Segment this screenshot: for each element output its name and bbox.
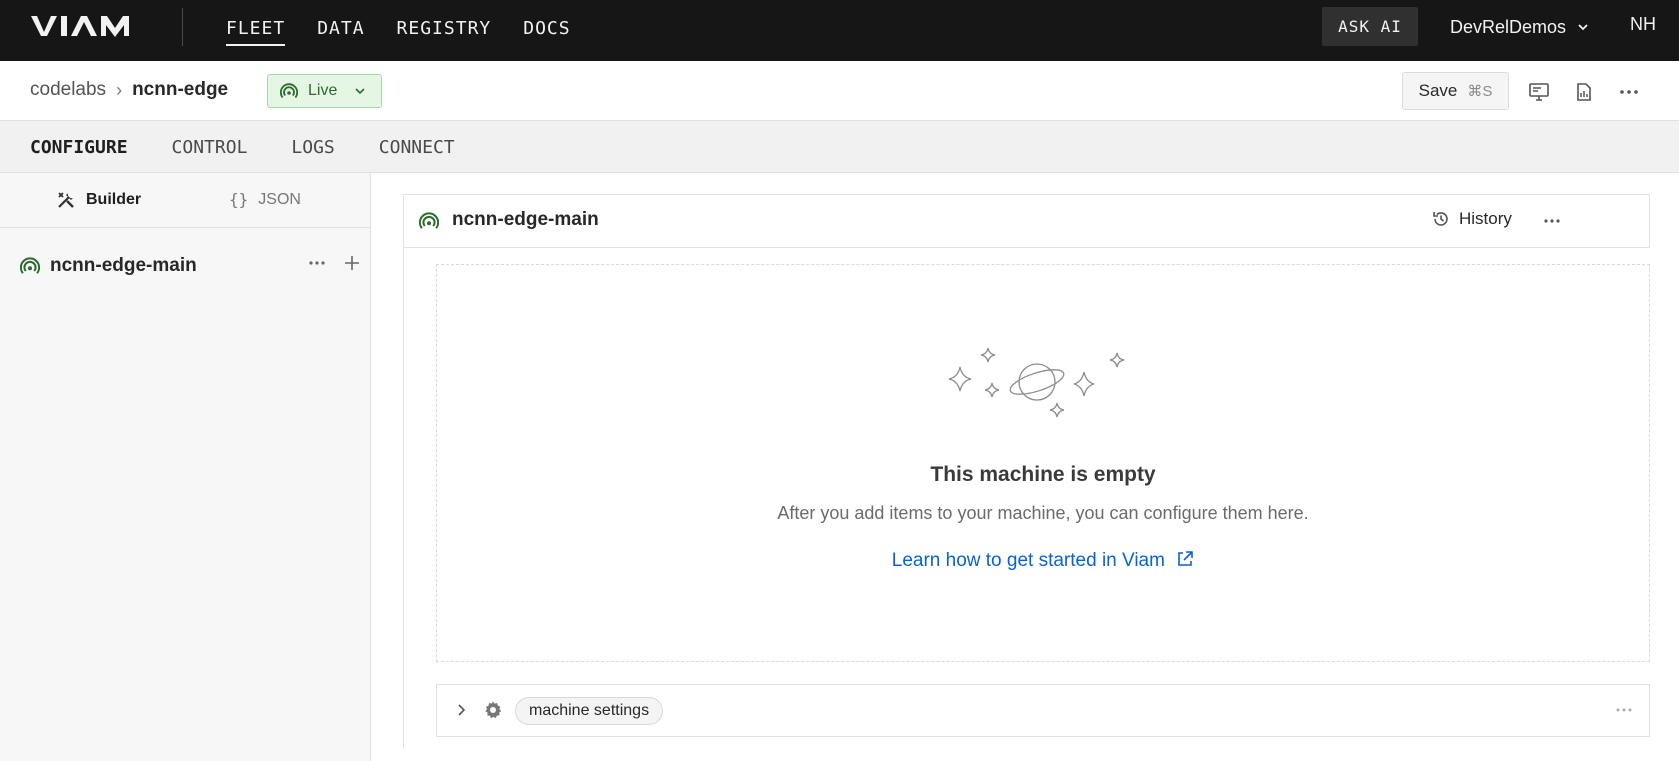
breadcrumb-org[interactable]: codelabs — [30, 79, 106, 101]
chevron-right-icon: › — [116, 79, 123, 100]
tab-configure[interactable]: CONFIGURE — [30, 137, 128, 158]
machine-settings-label[interactable]: machine settings — [515, 697, 664, 725]
empty-state-title: This machine is empty — [930, 463, 1156, 486]
signal-icon — [20, 257, 40, 274]
report-icon[interactable] — [1571, 79, 1597, 105]
mode-tab-json[interactable]: {} JSON — [229, 190, 301, 209]
org-name: DevRelDemos — [1450, 16, 1567, 37]
ask-ai-button[interactable]: ASK AI — [1322, 7, 1418, 46]
breadcrumb: codelabs › ncnn-edge — [30, 79, 228, 101]
breadcrumb-bar: codelabs › ncnn-edge Live Save ⌘S — [0, 61, 1679, 121]
planet-stars-illustration — [948, 347, 1125, 418]
mode-tab-json-label: JSON — [258, 190, 301, 208]
user-avatar[interactable]: NH — [1630, 14, 1656, 35]
org-switcher[interactable]: DevRelDemos — [1450, 12, 1590, 42]
top-navigation-bar: FLEET DATA REGISTRY DOCS ASK AI DevRelDe… — [0, 0, 1679, 61]
history-icon — [1433, 212, 1448, 226]
signal-icon — [280, 83, 298, 99]
history-button[interactable]: History — [1431, 209, 1512, 229]
viam-logo[interactable] — [31, 14, 139, 38]
external-link-icon — [1178, 551, 1194, 566]
gear-icon — [485, 701, 502, 719]
more-options-icon[interactable] — [1615, 700, 1633, 725]
nav-link-fleet[interactable]: FLEET — [226, 0, 286, 56]
live-status-label: Live — [308, 82, 338, 99]
config-sidebar: Builder {} JSON ncnn-edge-main — [0, 173, 371, 761]
empty-state-description: After you add items to your machine, you… — [777, 503, 1309, 523]
monitor-icon[interactable] — [1526, 79, 1552, 105]
chevron-down-icon — [1578, 24, 1588, 31]
braces-icon: {} — [229, 190, 249, 209]
more-options-icon[interactable] — [1543, 209, 1561, 238]
empty-state: This machine is empty After you add item… — [436, 264, 1650, 662]
machine-settings-row[interactable]: machine settings — [436, 684, 1650, 737]
nav-divider — [182, 8, 183, 46]
main-nav: FLEET DATA REGISTRY DOCS — [226, 0, 603, 56]
live-status-dropdown[interactable]: Live — [267, 74, 382, 108]
save-label: Save — [1418, 81, 1458, 100]
machine-tabs: CONFIGURE CONTROL LOGS CONNECT — [30, 121, 499, 173]
add-icon[interactable] — [344, 255, 360, 271]
config-mode-tabs: Builder {} JSON — [0, 173, 371, 228]
save-shortcut: ⌘S — [1467, 83, 1493, 100]
config-main-panel: ncnn-edge-main History This machine is e… — [371, 173, 1679, 761]
part-header: ncnn-edge-main History — [403, 194, 1650, 248]
part-tree-rule — [403, 248, 404, 748]
mode-tab-builder[interactable]: Builder — [56, 190, 141, 210]
sidebar-part-label: ncnn-edge-main — [50, 255, 197, 276]
tools-icon — [58, 192, 74, 208]
machine-tabs-bar: CONFIGURE CONTROL LOGS CONNECT — [0, 121, 1679, 173]
mode-tab-builder-label: Builder — [86, 191, 142, 208]
nav-link-registry[interactable]: REGISTRY — [397, 0, 492, 56]
sidebar-part-actions — [308, 255, 360, 271]
nav-link-data[interactable]: DATA — [317, 0, 364, 56]
sidebar-part-item[interactable]: ncnn-edge-main — [20, 251, 360, 281]
breadcrumb-machine: ncnn-edge — [132, 79, 229, 100]
part-title: ncnn-edge-main — [452, 209, 599, 230]
signal-icon — [419, 212, 439, 229]
get-started-link-text[interactable]: Learn how to get started in Viam — [892, 550, 1165, 571]
tab-control[interactable]: CONTROL — [172, 137, 248, 158]
more-options-icon[interactable] — [308, 260, 326, 266]
get-started-link[interactable]: Learn how to get started in Viam — [437, 550, 1649, 572]
more-options-icon[interactable] — [1616, 79, 1642, 105]
chevron-down-icon — [355, 88, 365, 95]
chevron-right-icon[interactable] — [455, 701, 469, 719]
tab-logs[interactable]: LOGS — [291, 137, 334, 158]
history-label: History — [1459, 209, 1512, 228]
save-button[interactable]: Save ⌘S — [1402, 72, 1509, 110]
nav-link-docs[interactable]: DOCS — [523, 0, 570, 56]
tab-connect[interactable]: CONNECT — [379, 137, 455, 158]
